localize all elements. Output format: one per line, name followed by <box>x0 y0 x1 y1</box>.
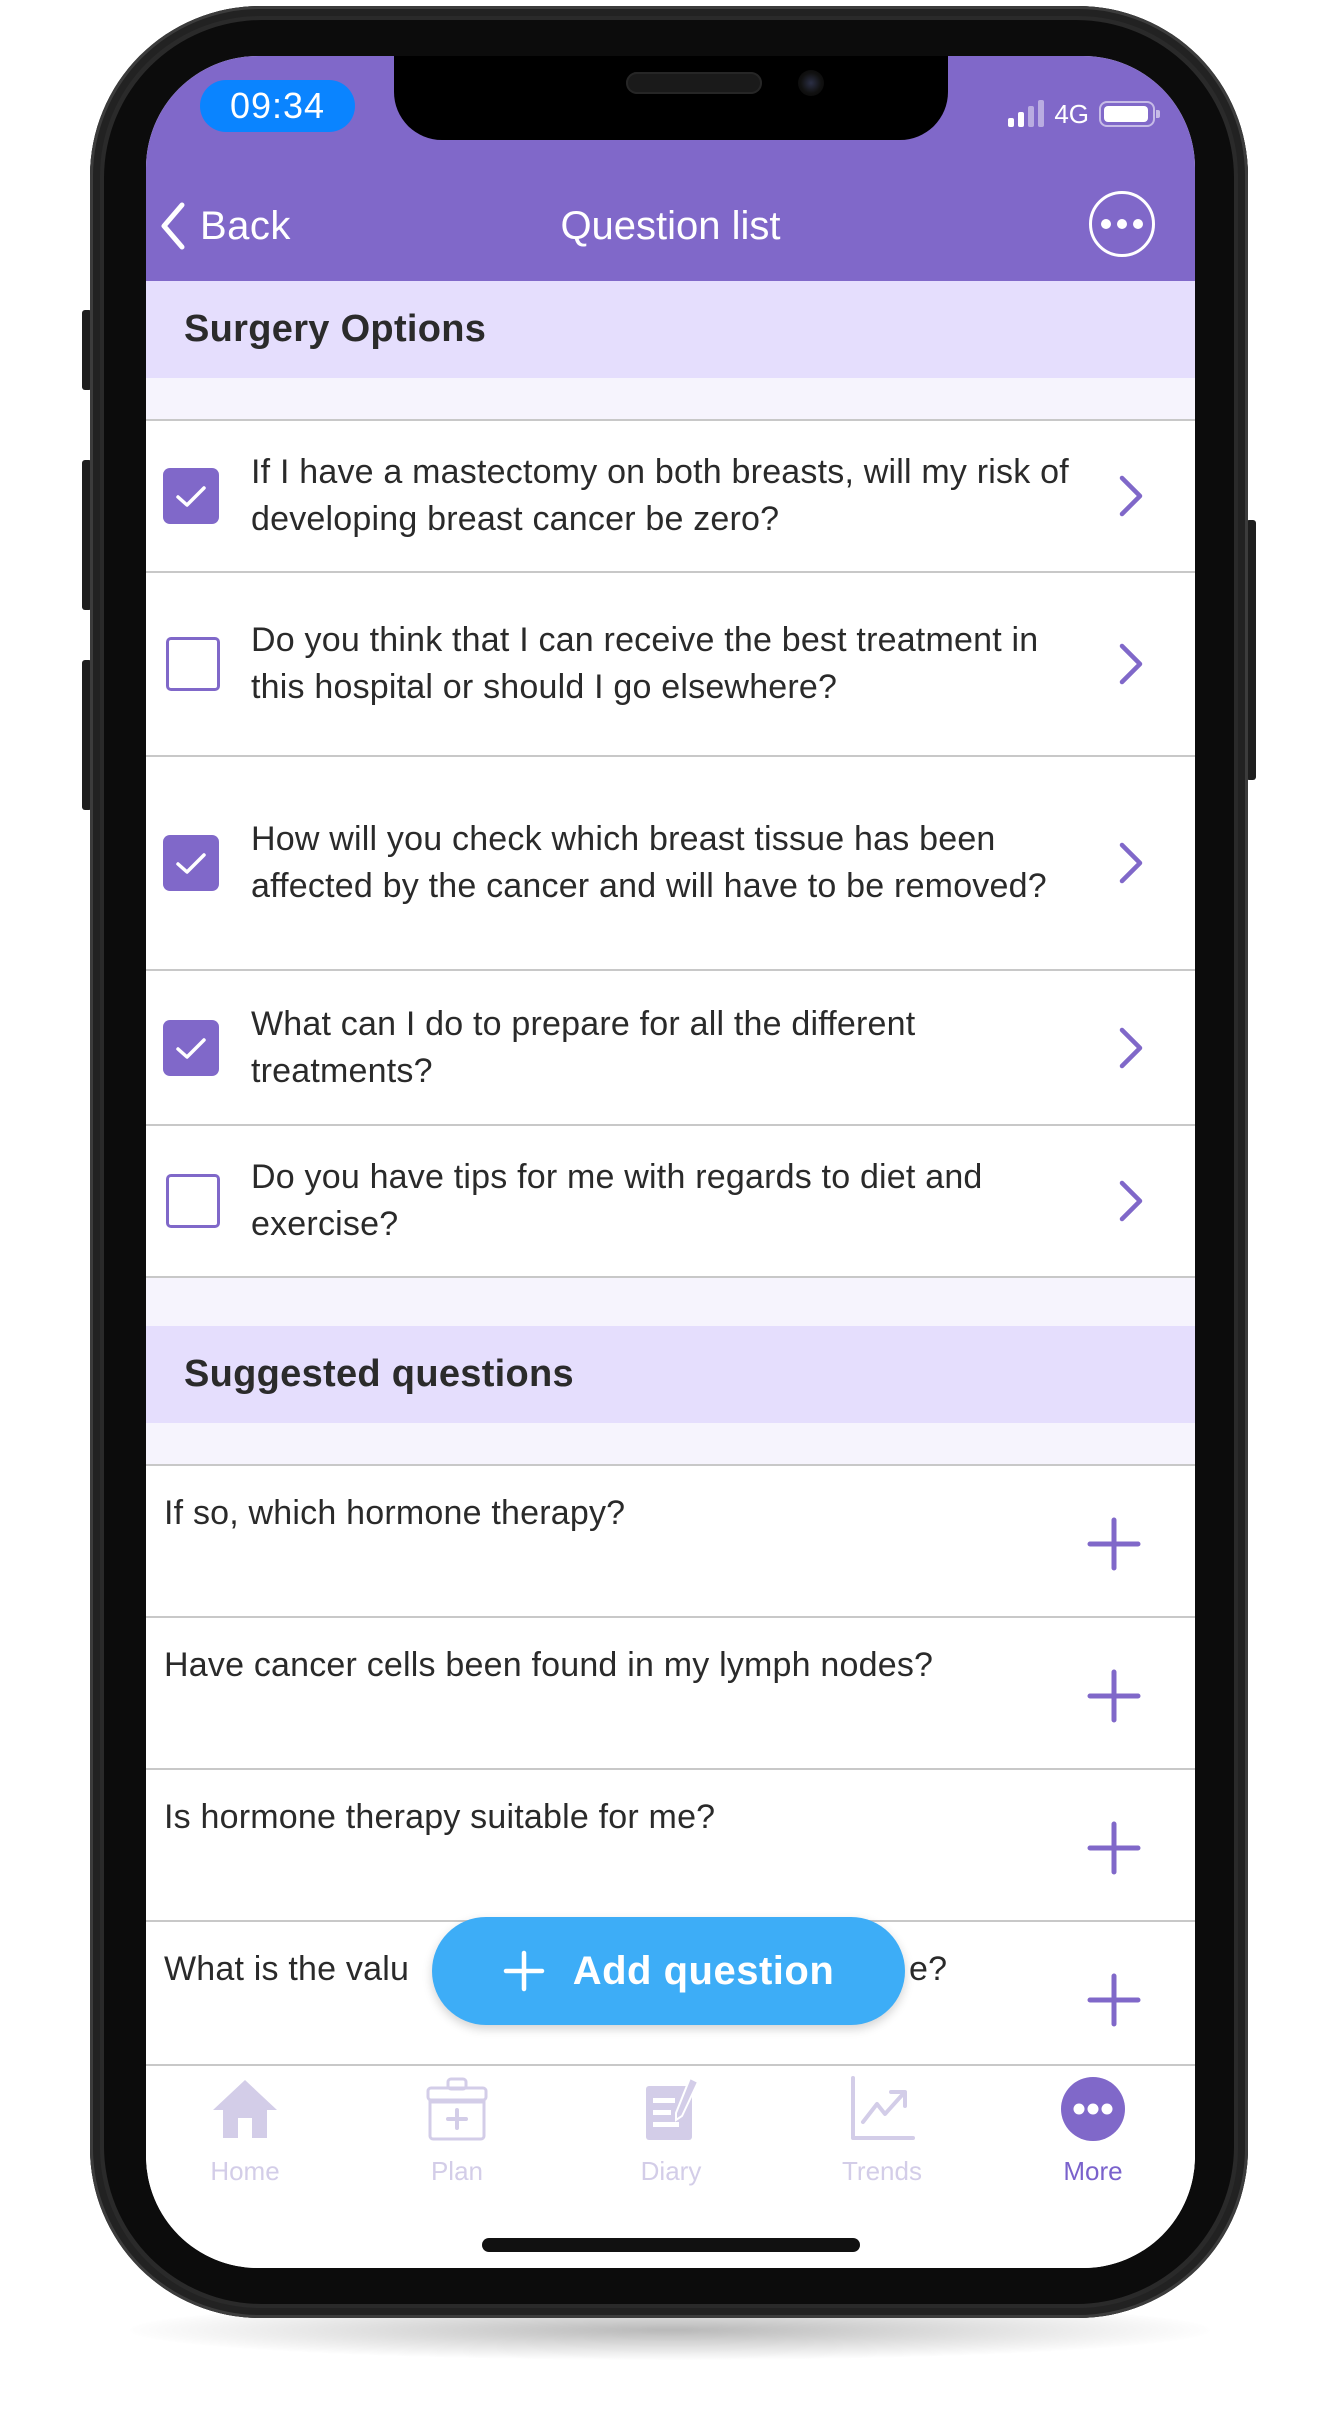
chevron-right-icon[interactable] <box>1116 1026 1146 1070</box>
question-text: Do you think that I can receive the best… <box>251 621 1039 706</box>
checkmark-icon <box>176 486 206 507</box>
suggested-question-text: Have cancer cells been found in my lymph… <box>164 1646 934 1684</box>
tab-label: Trends <box>842 2156 922 2186</box>
home-icon <box>213 2080 277 2138</box>
suggested-question-row: Is hormone therapy suitable for me? <box>146 1770 1195 1920</box>
chevron-right-icon[interactable] <box>1116 841 1146 885</box>
page-title: Question list <box>560 204 781 248</box>
signal-bar <box>1018 112 1025 127</box>
checkmark-icon <box>176 853 206 874</box>
suggested-question-row: Have cancer cells been found in my lymph… <box>146 1618 1195 1768</box>
front-camera <box>798 70 824 96</box>
section-title: Suggested questions <box>184 1353 574 1395</box>
add-plus-icon[interactable] <box>1086 1668 1142 1724</box>
suggested-question-text: Is hormone therapy suitable for me? <box>164 1798 716 1836</box>
signal-bar <box>1008 118 1015 127</box>
checkmark-icon <box>176 1037 206 1059</box>
dot <box>1117 219 1127 229</box>
dot <box>1101 219 1111 229</box>
signal-icon <box>1008 100 1045 127</box>
section-header-surgery-options: Surgery Options <box>146 281 1195 378</box>
plus-icon <box>503 1950 544 1992</box>
signal-bar <box>1028 106 1035 127</box>
question-row[interactable]: Do you have tips for me with regards to … <box>146 1126 1195 1276</box>
status-time: 09:34 <box>200 80 355 132</box>
add-question-label: Add question <box>572 1948 835 1993</box>
section-spacer <box>146 1423 1195 1464</box>
app-screen: 09:34 4G Back Question list Surgery Opti… <box>146 56 1195 2268</box>
trend-chart-icon <box>851 2076 915 2140</box>
chevron-right-icon[interactable] <box>1116 642 1146 686</box>
question-text: How will you check which breast tissue h… <box>251 820 1047 905</box>
question-text: Do you have tips for me with regards to … <box>251 1158 983 1243</box>
add-plus-icon[interactable] <box>1086 1516 1142 1572</box>
question-row[interactable]: What can I do to prepare for all the dif… <box>146 971 1195 1124</box>
tab-label: Home <box>210 2156 280 2186</box>
calendar-plus-icon <box>426 2077 488 2141</box>
back-button[interactable]: Back <box>160 196 291 256</box>
question-row[interactable]: How will you check which breast tissue h… <box>146 757 1195 969</box>
checkbox-unchecked[interactable] <box>166 1174 220 1228</box>
question-text: What can I do to prepare for all the dif… <box>251 1004 916 1090</box>
earpiece-speaker <box>626 72 762 94</box>
suggested-question-text: If so, which hormone therapy? <box>164 1494 626 1532</box>
more-dots-icon <box>1061 2077 1125 2141</box>
tab-label: Diary <box>640 2156 702 2186</box>
add-question-button[interactable]: Add question <box>432 1917 905 2025</box>
add-plus-icon[interactable] <box>1086 1820 1142 1876</box>
tab-label: Plan <box>430 2156 484 2186</box>
battery-icon <box>1099 101 1160 127</box>
suggested-question-row: If so, which hormone therapy? <box>146 1466 1195 1616</box>
chevron-left-icon <box>161 202 185 250</box>
question-text: If I have a mastectomy on both breasts, … <box>251 453 1069 538</box>
battery-fill <box>1104 106 1148 122</box>
section-title: Surgery Options <box>184 308 487 350</box>
network-type: 4G <box>1054 98 1089 129</box>
section-spacer <box>146 378 1195 420</box>
signal-bar <box>1038 100 1045 127</box>
checkbox-checked[interactable] <box>163 835 219 891</box>
suggested-question-text-tail: e? <box>909 1950 948 1988</box>
status-indicators: 4G <box>1008 98 1160 129</box>
more-options-button[interactable] <box>1089 191 1155 257</box>
checkbox-checked[interactable] <box>163 468 219 524</box>
device-notch <box>394 56 948 140</box>
tab-more[interactable]: More <box>1018 2066 1168 2216</box>
chevron-right-icon[interactable] <box>1116 474 1146 518</box>
tab-home[interactable]: Home <box>170 2066 320 2216</box>
question-row[interactable]: If I have a mastectomy on both breasts, … <box>146 421 1195 571</box>
checkbox-checked[interactable] <box>163 1019 219 1076</box>
section-header-suggested-questions: Suggested questions <box>146 1326 1195 1423</box>
tab-plan[interactable]: Plan <box>382 2066 532 2216</box>
diary-edit-icon <box>646 2076 700 2140</box>
home-indicator[interactable] <box>482 2238 860 2252</box>
chevron-right-icon[interactable] <box>1116 1179 1146 1223</box>
question-row[interactable]: Do you think that I can receive the best… <box>146 573 1195 755</box>
section-spacer <box>146 1278 1195 1326</box>
tab-trends[interactable]: Trends <box>807 2066 957 2216</box>
back-label: Back <box>200 203 291 248</box>
checkbox-unchecked[interactable] <box>166 637 220 691</box>
suggested-question-text: What is the valu <box>164 1950 410 1988</box>
add-plus-icon[interactable] <box>1086 1972 1142 2028</box>
tab-label: More <box>1063 2156 1123 2186</box>
tab-diary[interactable]: Diary <box>596 2066 746 2216</box>
dot <box>1133 219 1143 229</box>
